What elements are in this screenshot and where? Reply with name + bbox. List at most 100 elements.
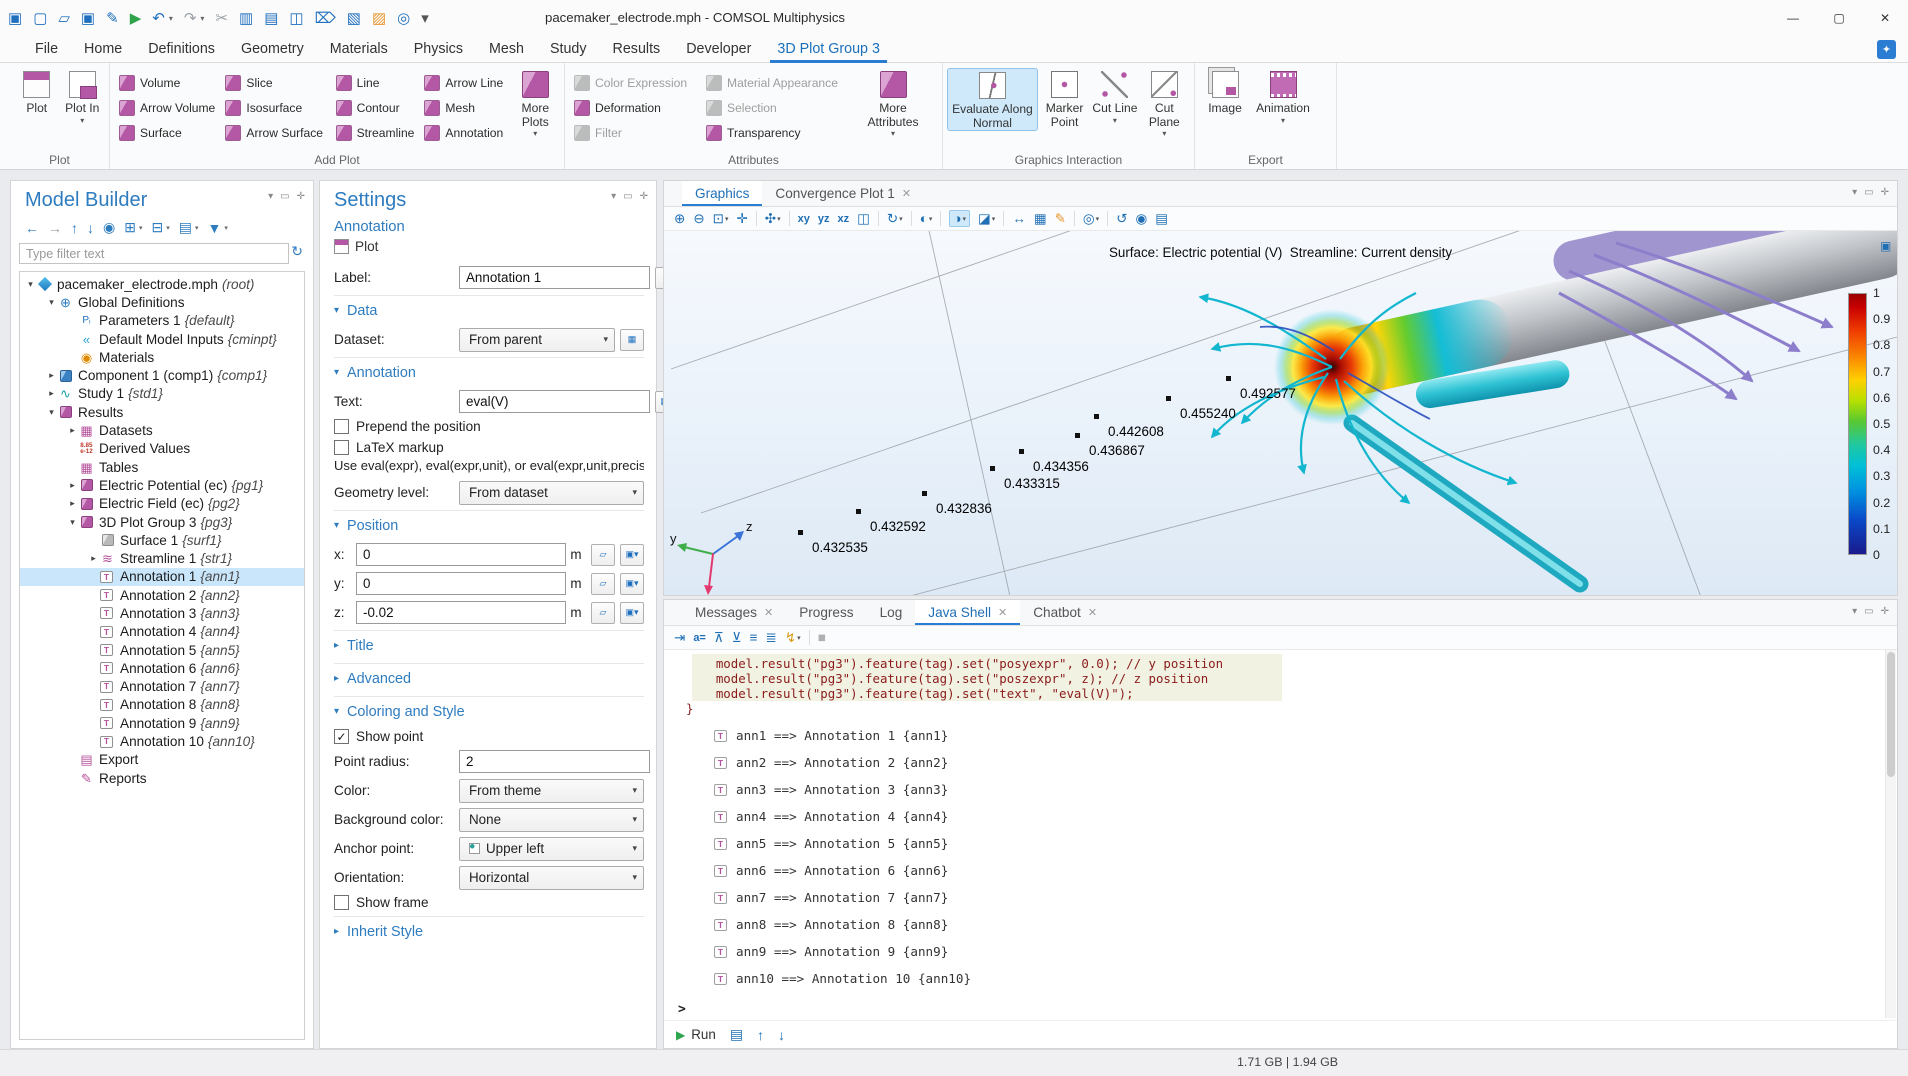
panel-float-icon[interactable]: ▭ <box>623 191 632 202</box>
scene-light-icon[interactable]: ◑▾ <box>949 210 970 227</box>
tree-item-electric-field-ec[interactable]: ▸Electric Field (ec){pg2} <box>20 495 304 513</box>
y-position-field[interactable] <box>356 572 566 595</box>
model-tree-columns-dropdown-icon[interactable]: ▾ <box>195 224 199 232</box>
transparency-button[interactable]: Transparency <box>701 120 853 145</box>
tree-item-parameters-1[interactable]: PᵢParameters 1{default} <box>20 312 304 330</box>
show-point-checkbox[interactable]: ✓Show point <box>334 726 644 747</box>
fold-down-icon[interactable]: ⊻ <box>732 630 742 646</box>
maximize-button[interactable]: ▢ <box>1816 0 1862 36</box>
filter-icon[interactable]: ▼ <box>207 220 221 236</box>
cut-line-button[interactable]: Cut Line ▾ <box>1091 68 1138 125</box>
expand-arrow-icon[interactable]: ▸ <box>87 553 100 564</box>
section-advanced[interactable]: ▸Advanced <box>334 663 644 693</box>
grid-icon[interactable]: ▦ <box>1034 211 1047 227</box>
tree-item-electric-potential-ec[interactable]: ▸Electric Potential (ec){pg1} <box>20 476 304 494</box>
tree-item-annotation-2[interactable]: TAnnotation 2{ann2} <box>20 586 304 604</box>
image-snapshot-icon[interactable]: ◉ <box>1136 211 1148 227</box>
tree-item-annotation-1[interactable]: TAnnotation 1{ann1} <box>20 568 304 586</box>
prepend-position-checkbox[interactable]: Prepend the position <box>334 416 644 437</box>
animation-button[interactable]: Animation ▾ <box>1251 68 1315 125</box>
range-button[interactable]: ▱ <box>591 544 615 566</box>
shell-prompt[interactable]: > <box>664 1002 1883 1017</box>
duplicate-icon[interactable]: ◫ <box>289 11 303 26</box>
arrow-surface-button[interactable]: Arrow Surface <box>220 120 330 145</box>
collapse-all-dropdown-icon[interactable]: ▾ <box>166 224 170 232</box>
assistant-icon[interactable]: ✦ <box>1877 40 1896 59</box>
rotate-icon[interactable]: ↻▾ <box>887 211 903 227</box>
word-wrap-icon[interactable]: ≣ <box>766 630 777 646</box>
zoom-in-icon[interactable]: ⊕ <box>674 211 685 227</box>
expand-arrow-icon[interactable]: ▸ <box>66 498 79 509</box>
tree-item-global-definitions[interactable]: ▾⊕Global Definitions <box>20 293 304 311</box>
expand-arrow-icon[interactable]: ▸ <box>66 425 79 436</box>
move-down-icon[interactable]: ↓ <box>87 220 94 236</box>
range-button[interactable]: ▱ <box>591 602 615 624</box>
collapse-arrow-icon[interactable]: ▾ <box>66 517 79 528</box>
close-icon[interactable]: ✕ <box>1088 606 1097 619</box>
tree-item-annotation-5[interactable]: TAnnotation 5{ann5} <box>20 641 304 659</box>
panel-float-icon[interactable]: ▭ <box>1864 187 1873 198</box>
tree-item-default-model-inputs[interactable]: «Default Model Inputs{cminpt} <box>20 330 304 348</box>
tab-log[interactable]: Log <box>867 600 916 625</box>
zoom-box-icon[interactable]: ⊡▾ <box>713 211 729 227</box>
run-button[interactable]: Run <box>691 1027 716 1042</box>
tree-item-annotation-4[interactable]: TAnnotation 4{ann4} <box>20 623 304 641</box>
save-as-icon[interactable]: ✎ <box>106 11 119 26</box>
redo-icon[interactable]: ↷ <box>184 11 197 26</box>
plot-button[interactable]: Plot <box>14 68 60 116</box>
range-button[interactable]: ▱ <box>591 573 615 595</box>
delete-icon[interactable]: ⌦ <box>315 11 336 26</box>
copy-icon[interactable]: ▥ <box>239 11 253 26</box>
undo-dropdown-icon[interactable]: ▾ <box>169 14 173 23</box>
label-field[interactable] <box>459 266 650 289</box>
menu-file[interactable]: File <box>22 36 71 63</box>
tree-item-annotation-8[interactable]: TAnnotation 8{ann8} <box>20 696 304 714</box>
color-style-icon[interactable]: ✎ <box>1055 211 1066 227</box>
transparency-icon[interactable]: ◪▾ <box>978 211 995 227</box>
section-coloring-and-style[interactable]: ▾Coloring and Style <box>334 696 644 726</box>
x-position-field[interactable] <box>356 543 566 566</box>
assignments-icon[interactable]: a= <box>693 632 706 644</box>
history-up-icon[interactable]: ↑ <box>757 1027 764 1043</box>
view-yz-icon[interactable]: yz <box>818 213 830 225</box>
tree-item-annotation-9[interactable]: TAnnotation 9{ann9} <box>20 714 304 732</box>
scrollbar-thumb[interactable] <box>1887 652 1895 777</box>
model-tree-columns-icon[interactable]: ▤ <box>179 219 192 236</box>
section-inherit-style[interactable]: ▸Inherit Style <box>334 916 644 946</box>
menu-study[interactable]: Study <box>537 36 600 63</box>
show-icon[interactable]: ◉ <box>103 219 115 236</box>
zoom-selected-icon[interactable]: ◎▾ <box>1083 211 1099 227</box>
isosurface-button[interactable]: Isosurface <box>220 95 330 120</box>
select-box-icon[interactable]: ▧ <box>347 11 361 26</box>
point-radius-field[interactable] <box>459 750 650 773</box>
combo-button[interactable]: ▣▾ <box>620 602 644 624</box>
open-file-icon[interactable]: ▱ <box>58 11 70 26</box>
cut-icon[interactable]: ✂ <box>215 11 228 26</box>
scene-icon[interactable]: ◐▾ <box>920 211 933 226</box>
section-title[interactable]: ▸Title <box>334 630 644 660</box>
tab-graphics[interactable]: Graphics <box>682 181 762 206</box>
section-position[interactable]: ▾Position <box>334 510 644 540</box>
show-frame-checkbox[interactable]: Show frame <box>334 892 644 913</box>
go-to-source-button[interactable]: ▦ <box>620 329 644 351</box>
tree-item-annotation-10[interactable]: TAnnotation 10{ann10} <box>20 732 304 750</box>
menu-results[interactable]: Results <box>600 36 674 63</box>
tree-item-surface-1[interactable]: Surface 1{surf1} <box>20 531 304 549</box>
text-field[interactable] <box>459 390 650 413</box>
anchor-point-select[interactable]: Upper left▾ <box>459 837 644 861</box>
menu-geometry[interactable]: Geometry <box>228 36 317 63</box>
marker-point-button[interactable]: Marker Point <box>1038 68 1091 129</box>
volume-button[interactable]: Volume <box>114 70 220 95</box>
format-icon[interactable]: ⇥ <box>674 630 685 646</box>
tree-item-annotation-6[interactable]: TAnnotation 6{ann6} <box>20 659 304 677</box>
panel-menu-icon[interactable]: ▾ <box>268 191 273 202</box>
latex-markup-checkbox[interactable]: LaTeX markup <box>334 437 644 458</box>
arrow-line-button[interactable]: Arrow Line <box>419 70 510 95</box>
more-plots-button[interactable]: More Plots ▾ <box>511 68 560 138</box>
more-commands-icon[interactable]: ▾ <box>421 11 429 26</box>
paste-icon[interactable]: ▤ <box>264 11 278 26</box>
contour-button[interactable]: Contour <box>331 95 420 120</box>
annotation-button[interactable]: Annotation <box>419 120 510 145</box>
tab-convergence-plot-1[interactable]: Convergence Plot 1✕ <box>762 181 924 206</box>
tree-item-streamline-1[interactable]: ▸≋Streamline 1{str1} <box>20 549 304 567</box>
